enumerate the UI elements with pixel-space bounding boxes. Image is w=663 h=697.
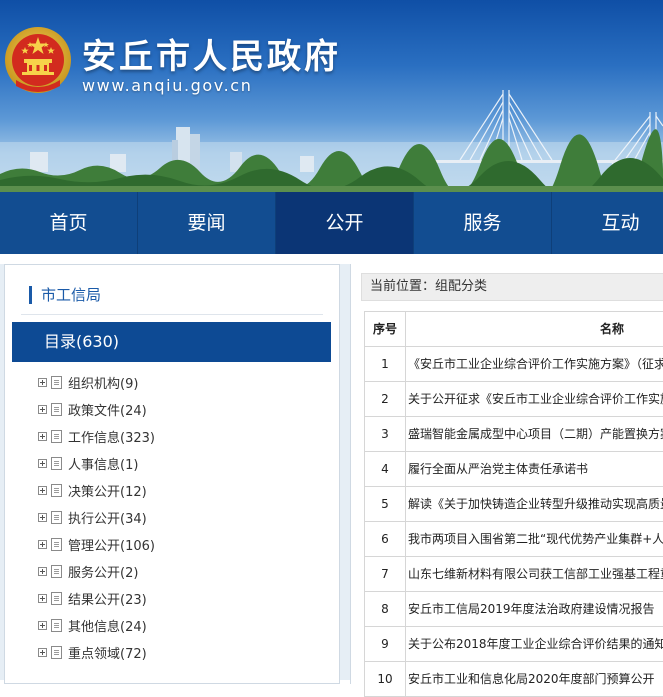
row-title-link[interactable]: 我市两项目入围省第二批“现代优势产业集群+人 <box>406 522 663 557</box>
expand-icon[interactable] <box>38 594 47 603</box>
site-banner: 安丘市人民政府 www.anqiu.gov.cn <box>0 0 663 192</box>
tree-item-label[interactable]: 政策文件(24) <box>68 400 147 419</box>
row-title-link[interactable]: 关于公开征求《安丘市工业企业综合评价工作实施 <box>406 382 663 417</box>
site-title: 安丘市人民政府 <box>82 37 341 77</box>
city-skyline-illustration <box>0 90 663 192</box>
tree-item-label[interactable]: 人事信息(1) <box>68 454 138 473</box>
table-row: 5 解读《关于加快铸造企业转型升级推动实现高质量 <box>365 487 663 522</box>
tree-item-label[interactable]: 重点领域(72) <box>68 643 147 662</box>
expand-icon[interactable] <box>38 513 47 522</box>
tree-item-label[interactable]: 服务公开(2) <box>68 562 138 581</box>
document-table: 序号 名称 1 《安丘市工业企业综合评价工作实施方案》（征求 2 关于公开征求《安丘… <box>364 311 663 697</box>
nav-item-services[interactable]: 服务 <box>414 192 552 254</box>
row-number: 6 <box>365 522 406 557</box>
tree-item[interactable]: 管理公开(106) <box>38 531 328 558</box>
table-row: 3 盛瑞智能金属成型中心项目（二期）产能置换方案 <box>365 417 663 452</box>
sidebar: 市工信局 目录(630) 组织机构(9) 政策文件(24) 工作信息(323) … <box>4 264 340 684</box>
table-row: 4 履行全面从严治党主体责任承诺书 <box>365 452 663 487</box>
expand-icon[interactable] <box>38 486 47 495</box>
expand-icon[interactable] <box>38 567 47 576</box>
row-number: 1 <box>365 347 406 382</box>
row-title-link[interactable]: 履行全面从严治党主体责任承诺书 <box>406 452 663 487</box>
category-tree: 组织机构(9) 政策文件(24) 工作信息(323) 人事信息(1) 决策公开(… <box>38 369 328 666</box>
table-row: 9 关于公布2018年度工业企业综合评价结果的通知 <box>365 627 663 662</box>
row-title-link[interactable]: 安丘市工信局2019年度法治政府建设情况报告 <box>406 592 663 627</box>
document-icon <box>51 457 62 470</box>
expand-icon[interactable] <box>38 405 47 414</box>
document-icon <box>51 538 62 551</box>
tree-item-label[interactable]: 组织机构(9) <box>68 373 138 392</box>
column-header-name: 名称 <box>406 312 663 347</box>
row-number: 8 <box>365 592 406 627</box>
document-icon <box>51 484 62 497</box>
department-marker <box>29 286 32 304</box>
main-content: 当前位置：组配分类 序号 名称 1 《安丘市工业企业综合评价工作实施方案》（征求 … <box>350 264 663 697</box>
tree-item-label[interactable]: 其他信息(24) <box>68 616 147 635</box>
document-icon <box>51 511 62 524</box>
catalog-header[interactable]: 目录(630) <box>12 322 331 362</box>
tree-item-label[interactable]: 决策公开(12) <box>68 481 147 500</box>
department-title: 市工信局 <box>41 286 102 304</box>
tree-item-label[interactable]: 结果公开(23) <box>68 589 147 608</box>
tree-item[interactable]: 人事信息(1) <box>38 450 328 477</box>
document-icon <box>51 403 62 416</box>
tree-item[interactable]: 工作信息(323) <box>38 423 328 450</box>
nav-item-news[interactable]: 要闻 <box>138 192 276 254</box>
expand-icon[interactable] <box>38 648 47 657</box>
tree-item-label[interactable]: 管理公开(106) <box>68 535 155 554</box>
table-row: 1 《安丘市工业企业综合评价工作实施方案》（征求 <box>365 347 663 382</box>
document-icon <box>51 646 62 659</box>
tree-item-label[interactable]: 工作信息(323) <box>68 427 155 446</box>
row-title-link[interactable]: 关于公布2018年度工业企业综合评价结果的通知 <box>406 627 663 662</box>
tree-item[interactable]: 决策公开(12) <box>38 477 328 504</box>
breadcrumb: 当前位置：组配分类 <box>361 273 663 301</box>
expand-icon[interactable] <box>38 378 47 387</box>
row-number: 7 <box>365 557 406 592</box>
main-nav: 首页 要闻 公开 服务 互动 <box>0 192 663 254</box>
nav-item-home[interactable]: 首页 <box>0 192 138 254</box>
document-icon <box>51 592 62 605</box>
tree-item[interactable]: 结果公开(23) <box>38 585 328 612</box>
table-row: 2 关于公开征求《安丘市工业企业综合评价工作实施 <box>365 382 663 417</box>
document-icon <box>51 376 62 389</box>
row-number: 9 <box>365 627 406 662</box>
nav-spacer <box>0 254 663 264</box>
document-icon <box>51 565 62 578</box>
table-header-row: 序号 名称 <box>365 312 663 347</box>
expand-icon[interactable] <box>38 621 47 630</box>
nav-item-disclosure[interactable]: 公开 <box>276 192 414 254</box>
row-number: 3 <box>365 417 406 452</box>
row-number: 5 <box>365 487 406 522</box>
table-row: 8 安丘市工信局2019年度法治政府建设情况报告 <box>365 592 663 627</box>
divider <box>21 314 323 315</box>
expand-icon[interactable] <box>38 432 47 441</box>
table-row: 6 我市两项目入围省第二批“现代优势产业集群+人 <box>365 522 663 557</box>
tree-item[interactable]: 政策文件(24) <box>38 396 328 423</box>
row-title-link[interactable]: 山东七维新材料有限公司获工信部工业强基工程重 <box>406 557 663 592</box>
document-icon <box>51 430 62 443</box>
table-row: 7 山东七维新材料有限公司获工信部工业强基工程重 <box>365 557 663 592</box>
row-number: 2 <box>365 382 406 417</box>
nav-item-interaction[interactable]: 互动 <box>552 192 663 254</box>
row-title-link[interactable]: 盛瑞智能金属成型中心项目（二期）产能置换方案 <box>406 417 663 452</box>
row-title-link[interactable]: 解读《关于加快铸造企业转型升级推动实现高质量 <box>406 487 663 522</box>
column-header-number: 序号 <box>365 312 406 347</box>
document-icon <box>51 619 62 632</box>
row-title-link[interactable]: 《安丘市工业企业综合评价工作实施方案》（征求 <box>406 347 663 382</box>
tree-item[interactable]: 重点领域(72) <box>38 639 328 666</box>
row-number: 4 <box>365 452 406 487</box>
expand-icon[interactable] <box>38 459 47 468</box>
tree-item-label[interactable]: 执行公开(34) <box>68 508 147 527</box>
expand-icon[interactable] <box>38 540 47 549</box>
tree-item[interactable]: 执行公开(34) <box>38 504 328 531</box>
tree-item[interactable]: 其他信息(24) <box>38 612 328 639</box>
tree-item[interactable]: 服务公开(2) <box>38 558 328 585</box>
tree-item[interactable]: 组织机构(9) <box>38 369 328 396</box>
